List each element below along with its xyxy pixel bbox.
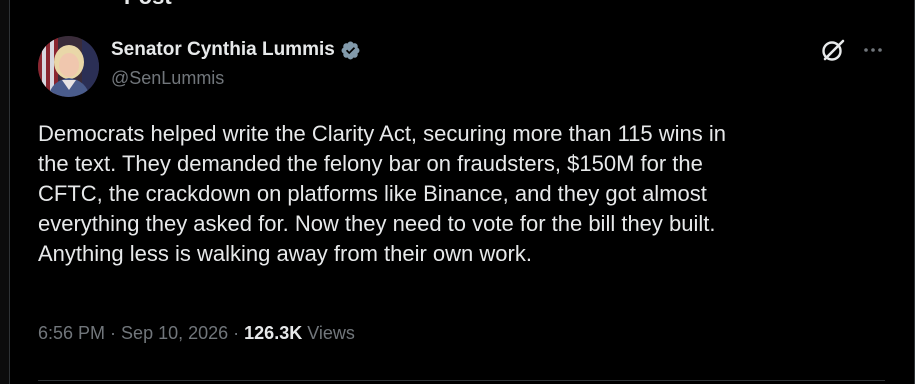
- avatar-image: [38, 36, 99, 97]
- meta-separator: ·: [233, 323, 240, 343]
- avatar[interactable]: [38, 36, 99, 97]
- tweet-text-line: the text. They demanded the felony bar o…: [38, 151, 703, 176]
- tweet-meta: 6:56 PM · Sep 10, 2026 · 126.3K Views: [38, 323, 355, 344]
- verified-badge-icon: [340, 40, 361, 61]
- views-label: Views: [307, 323, 355, 343]
- grok-icon[interactable]: [819, 36, 847, 64]
- left-pane-edge: [0, 0, 10, 384]
- more-options-icon[interactable]: [862, 40, 884, 60]
- tweet-text-line: everything they asked for. Now they need…: [38, 211, 716, 236]
- page-title: Post: [124, 0, 172, 8]
- tweet-time[interactable]: 6:56 PM: [38, 323, 105, 344]
- meta-separator: ·: [110, 323, 117, 343]
- tweet-date[interactable]: Sep 10, 2026: [121, 323, 228, 344]
- tweet-text-line: Anything less is walking away from their…: [38, 241, 532, 266]
- tweet-text: Democrats helped write the Clarity Act, …: [38, 119, 868, 269]
- divider: [38, 380, 885, 381]
- views-count[interactable]: 126.3K: [244, 323, 302, 344]
- tweet-text-line: Democrats helped write the Clarity Act, …: [38, 121, 727, 146]
- author-handle[interactable]: @SenLummis: [111, 68, 224, 89]
- tweet-text-line: CFTC, the crackdown on platforms like Bi…: [38, 181, 707, 206]
- author-display-name[interactable]: Senator Cynthia Lummis: [111, 39, 335, 61]
- author-name-row[interactable]: Senator Cynthia Lummis: [111, 38, 361, 62]
